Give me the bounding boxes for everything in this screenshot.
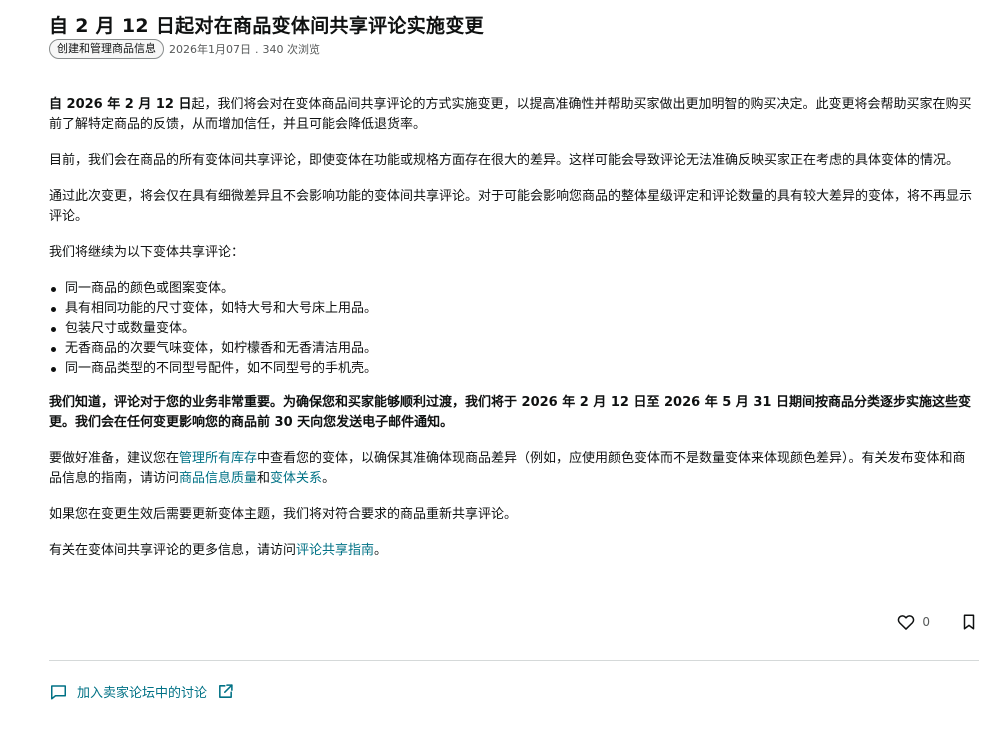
paragraph-continue: 我们将继续为以下变体共享评论： xyxy=(49,245,245,260)
like-button[interactable]: 0 xyxy=(896,612,960,632)
join-forum-discussion-link[interactable]: 加入卖家论坛中的讨论 xyxy=(49,682,234,701)
list-item: 无香商品的次要气味变体，如柠檬香和无香清洁用品。 xyxy=(49,339,977,359)
paragraph-timeline: 我们知道，评论对于您的业务非常重要。为确保您和买家能够顺利过渡，我们将于 202… xyxy=(49,393,977,433)
publish-date: 2026年1月07日 xyxy=(169,43,251,56)
heart-icon xyxy=(896,612,916,632)
like-count: 0 xyxy=(922,615,930,629)
paragraph-more-info: 有关在变体间共享评论的更多信息，请访问评论共享指南。 xyxy=(49,541,977,561)
view-count: 340 次浏览 xyxy=(262,43,321,56)
page-title: 自 2 月 12 日起对在商品变体间共享评论实施变更 xyxy=(49,15,484,37)
list-item: 同一商品的颜色或图案变体。 xyxy=(49,279,977,299)
forum-label: 加入卖家论坛中的讨论 xyxy=(77,686,208,701)
prepare-text-c: 和 xyxy=(257,471,271,486)
article-page: 自 2 月 12 日起对在商品变体间共享评论实施变更 创建和管理商品信息 202… xyxy=(0,0,994,729)
list-item: 具有相同功能的尺寸变体，如特大号和大号床上用品。 xyxy=(49,299,977,319)
listing-quality-link[interactable]: 商品信息质量 xyxy=(179,471,257,486)
list-item: 包装尺寸或数量变体。 xyxy=(49,319,977,339)
prepare-text-a: 要做好准备，建议您在 xyxy=(49,451,180,466)
paragraph-current: 目前，我们会在商品的所有变体间共享评论，即使变体在功能或规格方面存在很大的差异。… xyxy=(49,153,960,168)
bookmark-icon[interactable] xyxy=(960,612,978,632)
list-item: 同一商品类型的不同型号配件，如不同型号的手机壳。 xyxy=(49,359,977,379)
article-meta: 创建和管理商品信息 2026年1月07日 . 340 次浏览 xyxy=(49,39,320,59)
category-tag[interactable]: 创建和管理商品信息 xyxy=(49,39,164,59)
variation-relationship-link[interactable]: 变体关系 xyxy=(270,471,322,486)
article-body: 自 2026 年 2 月 12 日起，我们将会对在变体商品间共享评论的方式实施变… xyxy=(49,95,977,577)
review-sharing-guide-link[interactable]: 评论共享指南 xyxy=(296,543,374,558)
more-info-text: 有关在变体间共享评论的更多信息，请访问 xyxy=(49,543,297,558)
section-divider xyxy=(49,660,979,661)
paragraph-intro: 自 2026 年 2 月 12 日起，我们将会对在变体商品间共享评论的方式实施变… xyxy=(49,95,977,135)
prepare-text-d: 。 xyxy=(322,471,336,486)
manage-inventory-link[interactable]: 管理所有库存 xyxy=(179,451,257,466)
article-actions: 0 xyxy=(896,612,978,632)
external-link-icon xyxy=(217,683,234,700)
variant-list: 同一商品的颜色或图案变体。 具有相同功能的尺寸变体，如特大号和大号床上用品。 包… xyxy=(49,279,977,379)
meta-separator: . xyxy=(255,42,259,56)
more-info-end: 。 xyxy=(374,543,388,558)
timeline-text: 我们知道，评论对于您的业务非常重要。为确保您和买家能够顺利过渡，我们将于 202… xyxy=(49,395,971,430)
paragraph-prepare: 要做好准备，建议您在管理所有库存中查看您的变体，以确保其准确体现商品差异（例如，… xyxy=(49,449,977,489)
chat-bubble-icon xyxy=(49,683,68,701)
paragraph-change: 通过此次变更，将会仅在具有细微差异且不会影响功能的变体间共享评论。对于可能会影响… xyxy=(49,189,973,224)
intro-date: 自 2026 年 2 月 12 日 xyxy=(49,97,192,112)
paragraph-reshare: 如果您在变更生效后需要更新变体主题，我们将对符合要求的商品重新共享评论。 xyxy=(49,507,518,522)
